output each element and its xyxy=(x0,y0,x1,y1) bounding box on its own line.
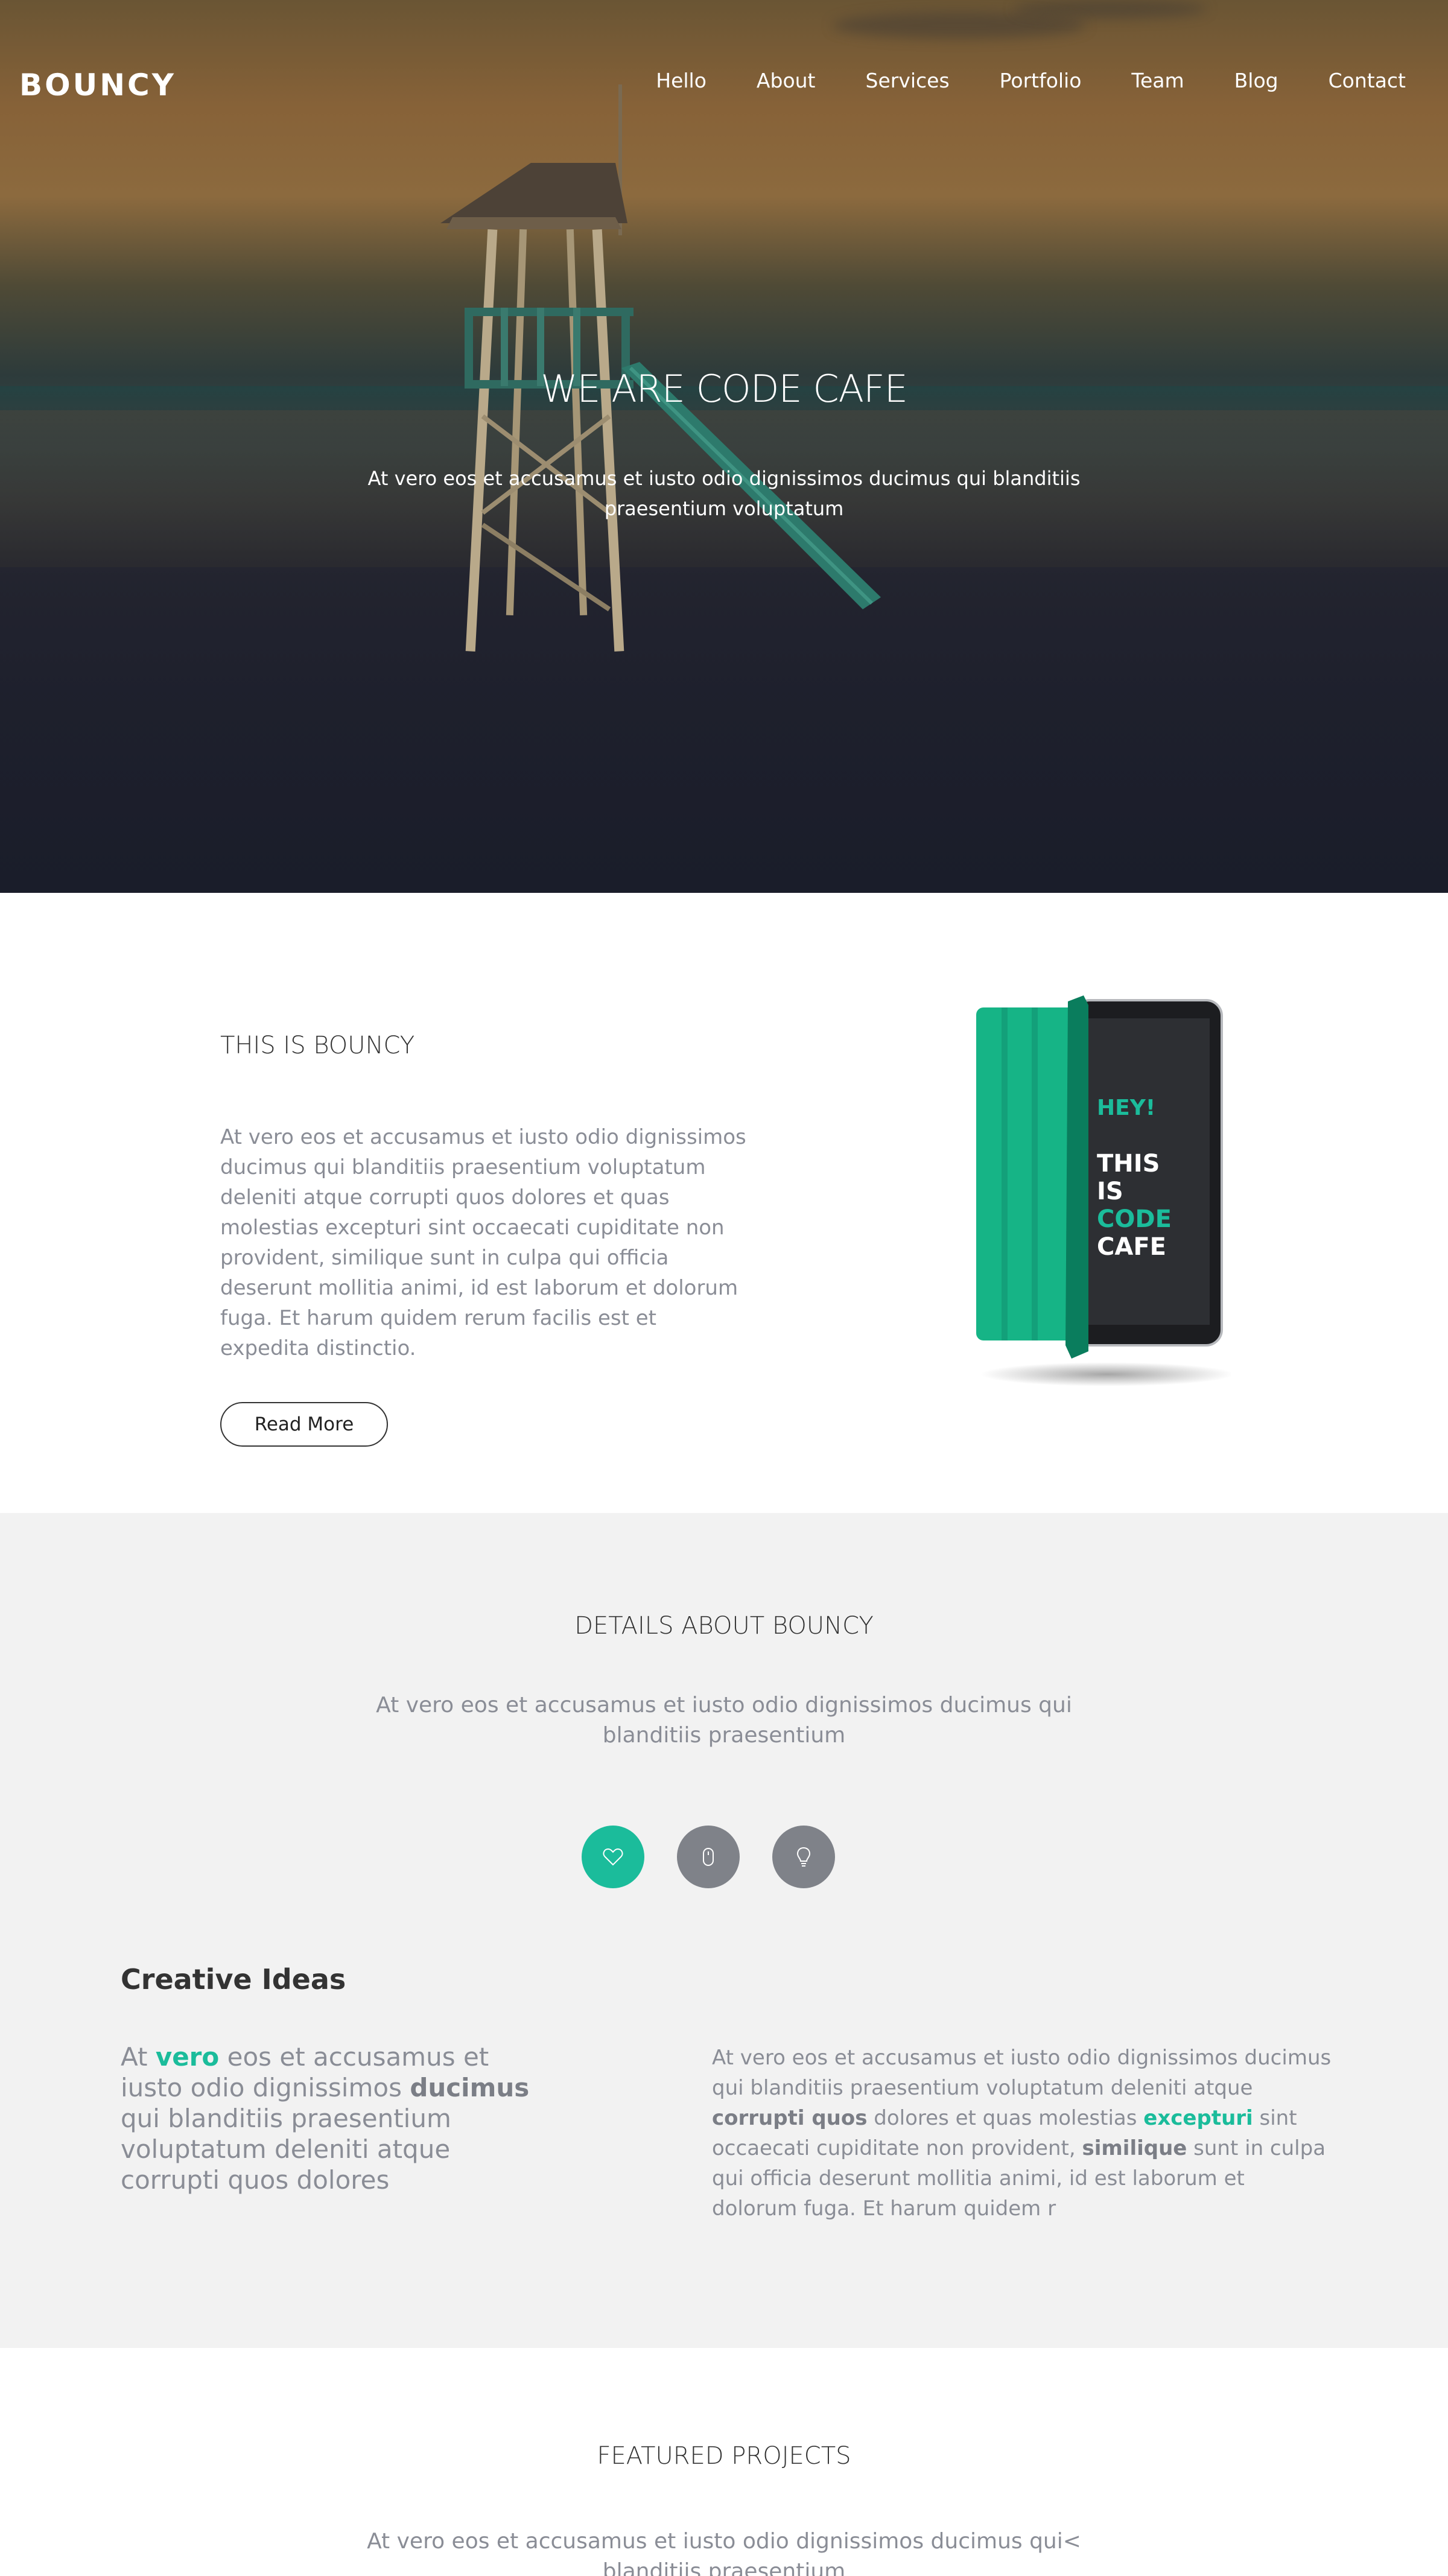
highlight-word: vero xyxy=(155,2042,220,2072)
tablet-text-cafe: CAFE xyxy=(1097,1233,1166,1261)
text-span: dolores et quas molestias xyxy=(867,2106,1144,2130)
highlight-word: ducimus xyxy=(410,2073,530,2102)
tablet-text-code: CODE xyxy=(1097,1205,1172,1233)
cloud-decoration xyxy=(833,12,1086,39)
details-subtitle: At vero eos et accusamus et iusto odio d… xyxy=(376,1693,1072,1748)
details-title: DETAILS ABOUT BOUNCY xyxy=(574,1612,874,1640)
nav-link-hello[interactable]: Hello xyxy=(656,69,707,92)
tablet-illustration: HEY! THIS IS CODE CAFE xyxy=(976,995,1234,1386)
nav-link-about[interactable]: About xyxy=(757,69,816,92)
site-logo[interactable]: BOUNCY xyxy=(19,68,176,103)
highlight-word: similique xyxy=(1082,2136,1187,2160)
text-span: At vero eos et accusamus et iusto odio d… xyxy=(712,2046,1332,2100)
creative-body-text: At vero eos et accusamus et iusto odio d… xyxy=(712,2043,1333,2224)
feature-tab-lightbulb[interactable] xyxy=(772,1826,835,1888)
nav-link-team[interactable]: Team xyxy=(1131,69,1184,92)
nav-link-services[interactable]: Services xyxy=(866,69,950,92)
featured-subtitle: At vero eos et accusamus et iusto odio d… xyxy=(367,2529,1081,2576)
nav-link-portfolio[interactable]: Portfolio xyxy=(1000,69,1082,92)
nav-link-contact[interactable]: Contact xyxy=(1329,69,1406,92)
text-span: qui blanditiis praesentium voluptatum de… xyxy=(121,2104,451,2195)
featured-title: FEATURED PROJECTS xyxy=(597,2442,851,2470)
highlight-word: excepturi xyxy=(1143,2106,1253,2130)
main-nav: Hello About Services Portfolio Team Blog… xyxy=(606,69,1406,92)
feature-tab-mouse[interactable] xyxy=(677,1826,740,1888)
mouse-icon xyxy=(703,1848,714,1866)
lightbulb-icon xyxy=(796,1847,811,1867)
text-span: At xyxy=(121,2042,156,2072)
cloud-decoration xyxy=(1014,0,1207,18)
featured-section: FEATURED PROJECTS At vero eos et accusam… xyxy=(0,2348,1448,2576)
about-section: THIS IS BOUNCY At vero eos et accusamus … xyxy=(0,893,1448,1513)
about-title: THIS IS BOUNCY xyxy=(220,1032,415,1059)
tablet-image: HEY! THIS IS CODE CAFE xyxy=(965,983,1234,1406)
tablet-text-hey: HEY! xyxy=(1097,1096,1155,1120)
read-more-button[interactable]: Read More xyxy=(220,1402,388,1447)
about-text: At vero eos et accusamus et iusto odio d… xyxy=(220,1125,746,1360)
heart-icon xyxy=(603,1848,623,1866)
hero-subtitle: At vero eos et accusamus et iusto odio d… xyxy=(367,467,1081,520)
nav-link-blog[interactable]: Blog xyxy=(1234,69,1278,92)
feature-tab-heart[interactable] xyxy=(582,1826,644,1888)
tablet-text-is: IS xyxy=(1097,1178,1123,1205)
details-section: DETAILS ABOUT BOUNCY At vero eos et accu… xyxy=(0,1513,1448,2348)
creative-lead-text: At vero eos et accusamus et iusto odio d… xyxy=(121,2041,531,2195)
hero-title: WE ARE CODE CAFE xyxy=(541,367,908,411)
tablet-text-this: THIS xyxy=(1097,1150,1160,1178)
highlight-word: corrupti quos xyxy=(712,2106,868,2130)
hero-section: BOUNCY Hello About Services Portfolio Te… xyxy=(0,0,1448,893)
creative-ideas-title: Creative Ideas xyxy=(121,1963,346,1996)
